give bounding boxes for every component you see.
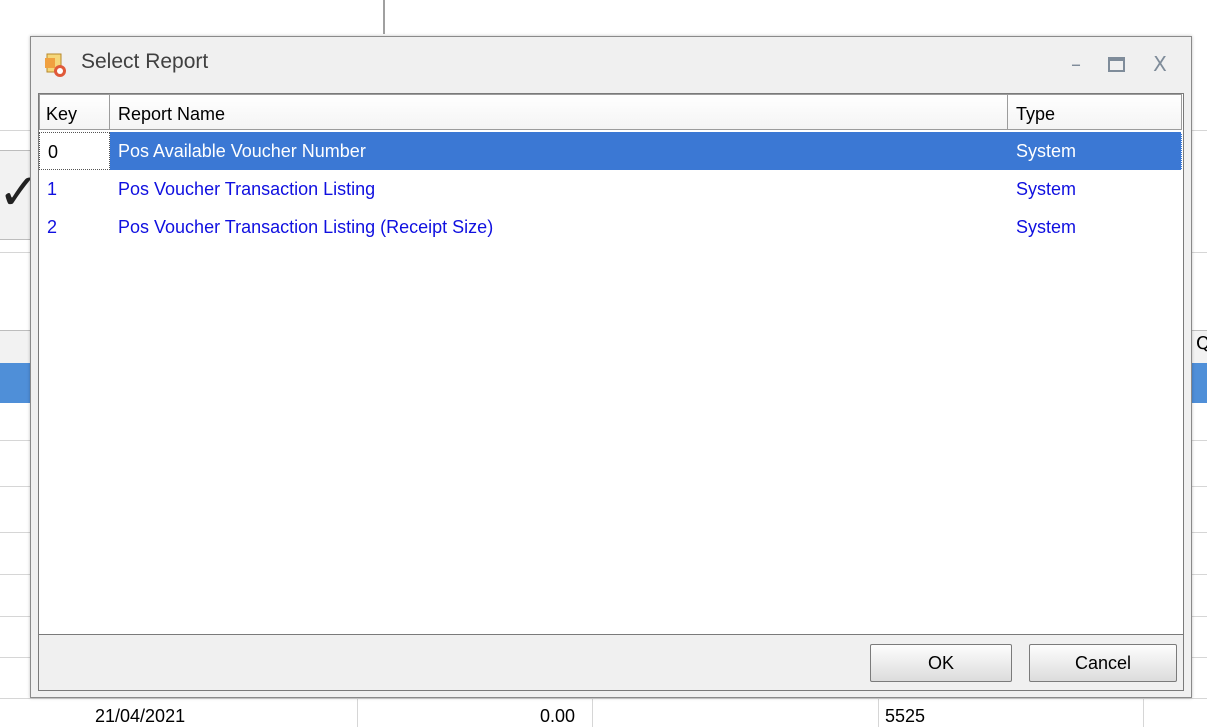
dialog-button-bar: OK Cancel — [38, 635, 1184, 691]
report-list[interactable]: Key Report Name Type 0 Pos Available Vou… — [38, 93, 1184, 635]
background-column-line — [357, 698, 358, 727]
background-checkmark-icon: ✓ — [0, 150, 31, 240]
report-type: System — [1016, 179, 1077, 199]
background-grid-line — [0, 698, 1207, 699]
list-item[interactable]: 1 Pos Voucher Transaction Listing System — [39, 170, 1183, 208]
report-type: System — [1016, 217, 1077, 237]
report-rows: 0 Pos Available Voucher Number System 1 … — [39, 132, 1183, 246]
column-header-type[interactable]: Type — [1008, 94, 1182, 130]
report-list-header: Key Report Name Type — [39, 94, 1183, 132]
background-column-header-fragment: Q — [1196, 333, 1207, 354]
report-key: 2 — [47, 217, 58, 237]
report-name: Pos Available Voucher Number — [110, 132, 1008, 170]
report-app-icon — [45, 53, 66, 77]
background-row-date: 21/04/2021 — [95, 706, 186, 726]
ok-button[interactable]: OK — [870, 644, 1012, 682]
report-key: 1 — [47, 179, 58, 199]
report-key: 0 — [39, 132, 110, 170]
background-divider — [383, 0, 385, 34]
background-row-number: 5525 — [885, 706, 926, 726]
maximize-button[interactable] — [1101, 49, 1131, 79]
background-column-line — [878, 698, 879, 727]
select-report-dialog: Select Report – X Key Report Name Type 0… — [30, 36, 1192, 698]
report-type: System — [1008, 132, 1182, 170]
close-button[interactable]: X — [1145, 49, 1175, 79]
column-header-report-name[interactable]: Report Name — [110, 94, 1008, 130]
dialog-titlebar[interactable]: Select Report – X — [31, 37, 1191, 91]
background-row-amount: 0.00 — [540, 706, 576, 726]
cancel-button[interactable]: Cancel — [1029, 644, 1177, 682]
report-name: Pos Voucher Transaction Listing — [118, 179, 376, 199]
report-name: Pos Voucher Transaction Listing (Receipt… — [118, 217, 494, 237]
list-item[interactable]: 2 Pos Voucher Transaction Listing (Recei… — [39, 208, 1183, 246]
background-column-line — [1143, 698, 1144, 727]
list-item[interactable]: 0 Pos Available Voucher Number System — [39, 132, 1183, 170]
background-column-line — [592, 698, 593, 727]
maximize-icon — [1107, 56, 1125, 72]
dialog-title: Select Report — [81, 50, 209, 73]
minimize-button[interactable]: – — [1061, 49, 1091, 79]
column-header-key[interactable]: Key — [39, 94, 110, 130]
